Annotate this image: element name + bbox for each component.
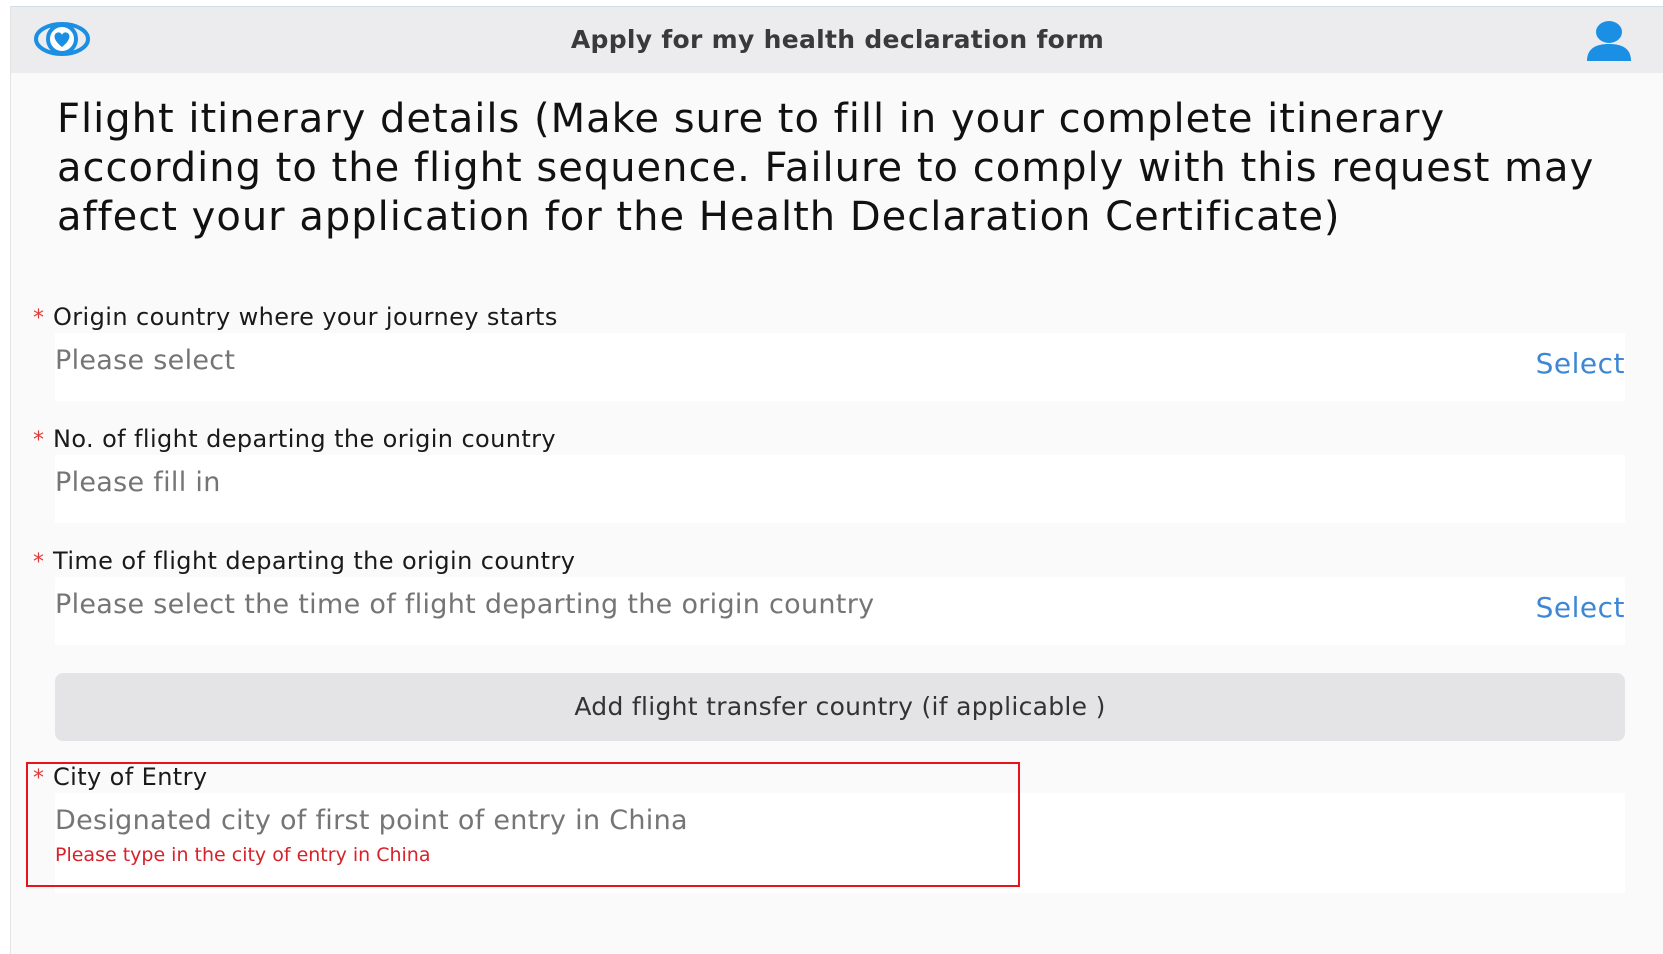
flight-time-input[interactable] xyxy=(55,589,1355,620)
origin-country-field[interactable]: Select xyxy=(55,333,1625,401)
flight-number-field[interactable] xyxy=(55,455,1625,523)
user-profile-icon[interactable] xyxy=(1585,21,1633,61)
add-flight-transfer-button[interactable]: Add flight transfer country (if applicab… xyxy=(55,673,1625,741)
city-of-entry-label: * City of Entry xyxy=(33,763,208,791)
origin-country-select-button[interactable]: Select xyxy=(1536,347,1625,380)
city-of-entry-label-text: City of Entry xyxy=(53,763,208,791)
city-of-entry-field[interactable] xyxy=(55,793,1625,893)
flight-time-label: * Time of flight departing the origin cou… xyxy=(33,547,575,575)
origin-country-input[interactable] xyxy=(55,345,1355,376)
flight-number-label-text: No. of flight departing the origin count… xyxy=(53,425,557,453)
flight-time-field[interactable]: Select xyxy=(55,577,1625,645)
section-title: Flight itinerary details (Make sure to f… xyxy=(57,96,1595,240)
city-of-entry-error-message: Please type in the city of entry in Chin… xyxy=(55,844,431,866)
flight-time-select-button[interactable]: Select xyxy=(1536,591,1625,624)
origin-country-label: * Origin country where your journey start… xyxy=(33,303,558,331)
required-mark: * xyxy=(33,306,45,331)
required-mark: * xyxy=(33,428,45,453)
required-mark: * xyxy=(33,766,45,791)
app-header: Apply for my health declaration form xyxy=(11,7,1663,73)
app-frame: Apply for my health declaration form Fli… xyxy=(10,6,1663,954)
city-of-entry-input[interactable] xyxy=(55,805,1355,836)
required-mark: * xyxy=(33,550,45,575)
flight-number-input[interactable] xyxy=(55,467,1355,498)
page-title: Apply for my health declaration form xyxy=(570,25,1105,54)
flight-number-label: * No. of flight departing the origin coun… xyxy=(33,425,556,453)
origin-country-label-text: Origin country where your journey starts xyxy=(53,303,558,331)
flight-time-label-text: Time of flight departing the origin coun… xyxy=(53,547,576,575)
